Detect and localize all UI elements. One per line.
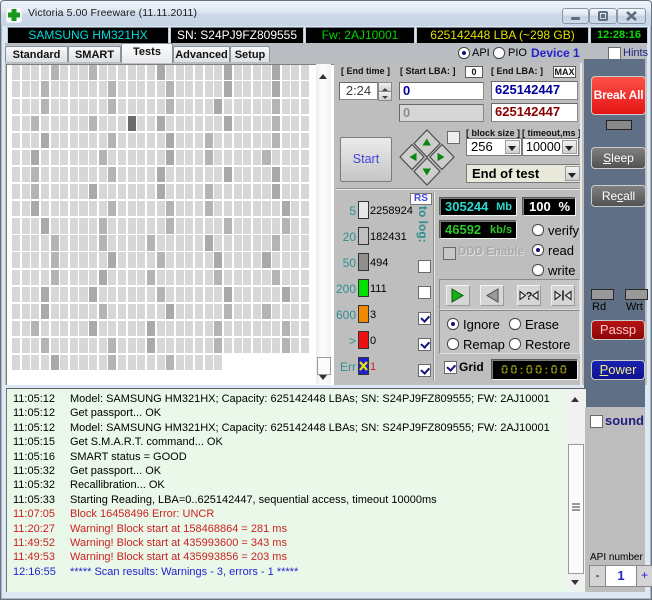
svg-text:?: ? [526, 291, 533, 303]
